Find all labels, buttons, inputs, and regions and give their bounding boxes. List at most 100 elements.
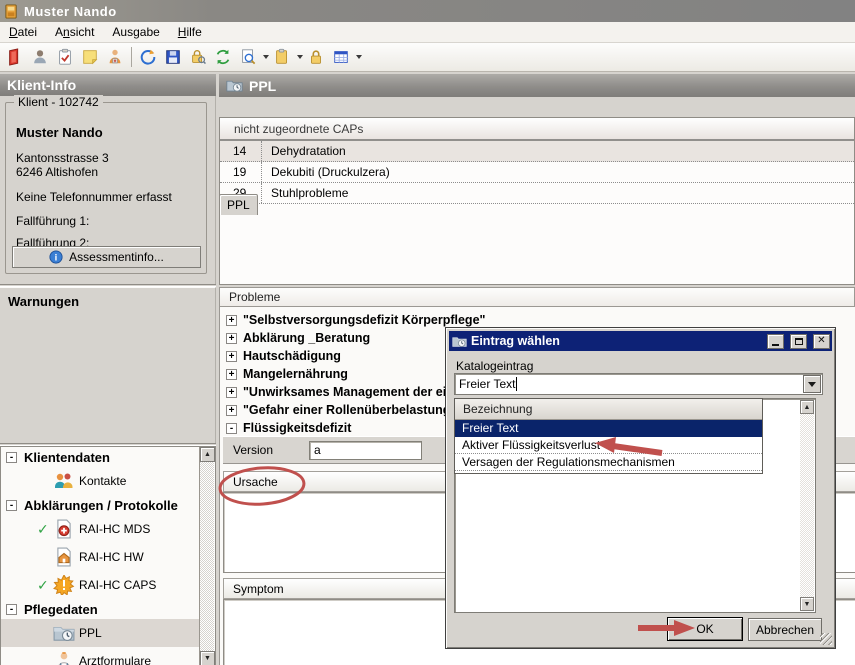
klient-name: Muster Nando xyxy=(16,125,103,140)
lock-icon[interactable] xyxy=(304,45,328,69)
combobox-dropdown-list: Bezeichnung Freier Text Aktiver Flüssigk… xyxy=(454,398,763,474)
print-preview-dropdown-icon[interactable] xyxy=(263,55,269,59)
tree-row[interactable]: PPL xyxy=(1,619,200,647)
klient-panel: Klient - 102742 Muster Nando Kantonsstra… xyxy=(0,96,216,284)
caps-row[interactable]: 29 Stuhlprobleme xyxy=(220,183,854,204)
caps-number: 19 xyxy=(220,162,262,182)
info-icon: i xyxy=(49,250,63,264)
save-icon[interactable] xyxy=(161,45,185,69)
tree-row[interactable]: - Abklärungen / Protokolle xyxy=(1,495,200,515)
clipboard-check-icon[interactable] xyxy=(53,45,77,69)
caps-row[interactable]: 19 Dekubiti (Druckulzera) xyxy=(220,162,854,183)
expander-icon[interactable]: - xyxy=(6,500,17,511)
tree-row[interactable]: Arztformulare xyxy=(1,647,200,665)
clipboard-icon[interactable] xyxy=(270,45,294,69)
klient-fall1: Fallführung 1: xyxy=(16,214,89,228)
dropdown-option[interactable]: Versagen der Regulationsmechanismen xyxy=(455,454,762,471)
tree-item-label: RAI-HC HW xyxy=(79,550,144,564)
scroll-down-icon[interactable]: ▼ xyxy=(800,597,814,611)
tree-row[interactable]: - Klientendaten xyxy=(1,447,200,467)
tree-item-label: Arztformulare xyxy=(79,654,151,665)
check-icon: ✓ xyxy=(37,521,53,538)
dialog-list-scrollbar[interactable]: ▲ ▼ xyxy=(800,400,814,611)
exit-icon[interactable] xyxy=(3,45,27,69)
problem-label: Hautschädigung xyxy=(243,349,341,363)
clipboard-dropdown-icon[interactable] xyxy=(297,55,303,59)
dropdown-column-header: Bezeichnung xyxy=(455,399,762,420)
lock-search-icon[interactable] xyxy=(186,45,210,69)
tree-item-label: PPL xyxy=(79,626,102,640)
tree-item-label: Klientendaten xyxy=(24,450,110,465)
problem-label: Abklärung _Beratung xyxy=(243,331,370,345)
scroll-up-icon[interactable]: ▲ xyxy=(800,400,814,414)
user-icon[interactable] xyxy=(28,45,52,69)
assessmentinfo-button[interactable]: i Assessmentinfo... xyxy=(12,246,201,268)
expander-icon[interactable]: + xyxy=(226,405,237,416)
tree-row[interactable]: - Pflegedaten xyxy=(1,599,200,619)
tree-item-label: Abklärungen / Protokolle xyxy=(24,498,178,513)
klient-group-title: Klient - 102742 xyxy=(14,95,103,109)
klient-address1: Kantonsstrasse 3 xyxy=(16,151,109,165)
minimize-icon[interactable] xyxy=(767,334,784,349)
problem-label: Flüssigkeitsdefizit xyxy=(243,421,351,435)
problem-label: "Unwirksames Management der ei xyxy=(243,385,446,399)
tree-item-label: Kontakte xyxy=(79,474,126,488)
tree-row[interactable]: RAI-HC HW xyxy=(1,543,200,571)
menu-item[interactable]: Datei xyxy=(0,23,46,41)
close-icon[interactable]: ✕ xyxy=(813,334,830,349)
scroll-up-icon[interactable]: ▲ xyxy=(200,447,215,462)
expander-icon[interactable]: + xyxy=(226,333,237,344)
tree-row[interactable]: ✓ RAI-HC CAPS xyxy=(1,571,200,599)
menu-item[interactable]: Hilfe xyxy=(169,23,211,41)
expander-icon[interactable]: + xyxy=(226,387,237,398)
version-label: Version xyxy=(233,443,273,457)
tree-item-label: Pflegedaten xyxy=(24,602,98,617)
expander-icon[interactable]: - xyxy=(6,604,17,615)
grid-icon[interactable] xyxy=(329,45,353,69)
tab-ppl[interactable]: PPL xyxy=(219,194,258,215)
problem-label: "Selbstversorgungsdefizit Körperpflege" xyxy=(243,313,485,327)
dropdown-option[interactable]: Aktiver Flüssigkeitsverlust xyxy=(455,437,762,454)
dropdown-option[interactable]: Freier Text xyxy=(455,420,762,437)
window-titlebar[interactable]: Muster Nando xyxy=(0,0,855,22)
sync-icon[interactable] xyxy=(136,45,160,69)
scroll-down-icon[interactable]: ▼ xyxy=(200,651,215,665)
expander-icon[interactable]: + xyxy=(226,351,237,362)
tree-row[interactable]: ✓ RAI-HC MDS xyxy=(1,515,200,543)
ursache-label: Ursache xyxy=(233,475,278,489)
menu-item[interactable]: Ansicht xyxy=(46,23,103,41)
caps-row[interactable]: 14 Dehydratation xyxy=(220,141,854,162)
resize-grip[interactable] xyxy=(820,633,832,645)
tree-scrollbar[interactable]: ▲ ▼ xyxy=(199,447,214,665)
expander-icon[interactable]: + xyxy=(226,315,237,326)
expander-icon[interactable]: + xyxy=(226,369,237,380)
tree-item-icon xyxy=(53,471,79,491)
version-input[interactable]: a xyxy=(309,441,422,460)
print-preview-icon[interactable] xyxy=(236,45,260,69)
folder-clock-icon xyxy=(452,335,467,348)
klient-address2: 6246 Altishofen xyxy=(16,165,98,179)
ok-button[interactable]: OK xyxy=(667,617,743,641)
expander-icon[interactable]: - xyxy=(6,452,17,463)
grid-dropdown-icon[interactable] xyxy=(356,55,362,59)
klient-info-title: Klient-Info xyxy=(7,77,76,93)
dialog-titlebar[interactable]: Eintrag wählen ✕ xyxy=(449,331,832,351)
folder-clock-icon xyxy=(226,78,243,93)
katalogeintrag-combobox[interactable]: Freier Text xyxy=(454,373,823,395)
medic-icon[interactable] xyxy=(103,45,127,69)
refresh-icon[interactable] xyxy=(211,45,235,69)
chevron-down-icon xyxy=(808,382,816,387)
menu-item[interactable]: Ausgabe xyxy=(103,23,168,41)
probleme-header: Probleme xyxy=(219,287,855,307)
maximize-icon[interactable] xyxy=(790,334,807,349)
combobox-value: Freier Text xyxy=(455,377,803,391)
sticky-note-icon[interactable] xyxy=(78,45,102,69)
abbrechen-button[interactable]: Abbrechen xyxy=(748,618,822,641)
expander-icon[interactable]: - xyxy=(226,423,237,434)
tree-row[interactable]: Kontakte xyxy=(1,467,200,495)
application-window: Muster Nando Datei Ansicht Ausgabe Hilfe xyxy=(0,0,855,665)
caps-number: 14 xyxy=(220,141,262,161)
combobox-dropdown-button[interactable] xyxy=(803,375,821,393)
katalogeintrag-label: Katalogeintrag xyxy=(456,359,533,373)
toolbar-separator xyxy=(131,47,132,67)
